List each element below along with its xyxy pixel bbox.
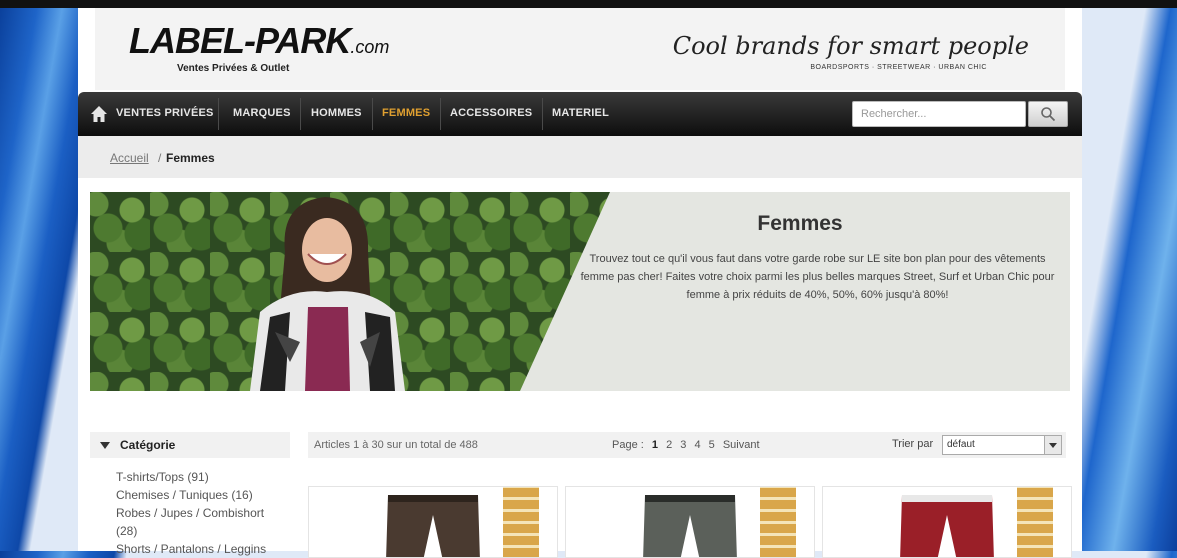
sale-badge [1017, 487, 1053, 557]
category-filter-title: Catégorie [120, 438, 176, 452]
breadcrumb-separator: / [158, 151, 162, 165]
category-item-robes[interactable]: Robes / Jupes / Combishort [116, 504, 292, 522]
product-card[interactable] [565, 486, 815, 558]
product-image [900, 495, 994, 557]
category-banner: Femmes Trouvez tout ce qu'il vous faut d… [90, 192, 1070, 391]
product-image [643, 495, 737, 557]
site-logo[interactable]: LABEL-PARK.com [129, 20, 389, 62]
page-link-1[interactable]: 1 [652, 439, 658, 451]
nav-divider [300, 98, 301, 130]
search-icon [1041, 107, 1056, 122]
nav-divider [218, 98, 219, 130]
product-card[interactable] [308, 486, 558, 558]
category-item-robes-count[interactable]: (28) [116, 522, 292, 540]
nav-item-hommes[interactable]: HOMMES [311, 107, 362, 119]
main-nav: VENTES PRIVÉES MARQUES HOMMES FEMMES ACC… [78, 92, 1082, 136]
page-label: Page : [612, 439, 644, 451]
search-button[interactable] [1028, 101, 1068, 127]
header-slogan: Cool brands for smart people [672, 32, 1029, 60]
home-icon[interactable] [90, 105, 108, 123]
pagination: Page : 1 2 3 4 5 Suivant [612, 439, 765, 451]
header-slogan-sub: BOARDSPORTS · STREETWEAR · URBAN CHIC [810, 64, 987, 71]
category-filter-header[interactable]: Catégorie [90, 432, 290, 458]
sale-badge [760, 487, 796, 557]
page-link-4[interactable]: 4 [694, 439, 700, 451]
next-page-link[interactable]: Suivant [723, 439, 760, 451]
site-header: LABEL-PARK.com Ventes Privées & Outlet C… [95, 8, 1065, 90]
logo-suffix: .com [350, 37, 390, 57]
sort-select[interactable]: défaut [942, 435, 1062, 455]
logo-main: LABEL-PARK [129, 20, 351, 61]
category-item-tshirts[interactable]: T-shirts/Tops (91) [116, 468, 292, 486]
category-list: T-shirts/Tops (91) Chemises / Tuniques (… [116, 468, 292, 558]
search-input[interactable]: Rechercher... [852, 101, 1026, 127]
nav-item-materiel[interactable]: MATERIEL [552, 107, 609, 119]
product-card[interactable] [822, 486, 1072, 558]
category-item-chemises[interactable]: Chemises / Tuniques (16) [116, 486, 292, 504]
breadcrumb-current: Femmes [166, 151, 215, 165]
page-link-2[interactable]: 2 [666, 439, 672, 451]
nav-item-accessoires[interactable]: ACCESSOIRES [450, 107, 532, 119]
breadcrumb-home-link[interactable]: Accueil [110, 151, 149, 165]
nav-item-ventes-privees[interactable]: VENTES PRIVÉES [116, 107, 214, 119]
sale-badge [503, 487, 539, 557]
browser-top-edge [0, 0, 1177, 8]
sort-select-value: défaut [947, 439, 975, 450]
page-link-5[interactable]: 5 [709, 439, 715, 451]
chevron-down-icon [1044, 436, 1061, 454]
logo-tagline: Ventes Privées & Outlet [177, 63, 290, 74]
product-image [386, 495, 480, 557]
category-item-shorts[interactable]: Shorts / Pantalons / Leggins [116, 540, 292, 558]
breadcrumb: Accueil / Femmes [78, 136, 1082, 178]
banner-model-image [250, 197, 405, 391]
page-link-3[interactable]: 3 [680, 439, 686, 451]
page-container: LABEL-PARK.com Ventes Privées & Outlet C… [78, 8, 1082, 558]
sort-label: Trier par [892, 438, 934, 450]
banner-description: Trouvez tout ce qu'il vous faut dans vot… [580, 253, 1055, 301]
nav-divider [440, 98, 441, 130]
collapse-arrow-icon [100, 442, 110, 449]
nav-divider [372, 98, 373, 130]
nav-divider [542, 98, 543, 130]
results-count: Articles 1 à 30 sur un total de 488 [314, 439, 478, 451]
banner-title: Femmes [757, 212, 843, 235]
nav-item-marques[interactable]: MARQUES [233, 107, 291, 119]
listing-toolbar: Articles 1 à 30 sur un total de 488 Page… [308, 432, 1066, 458]
nav-item-femmes[interactable]: FEMMES [382, 107, 430, 119]
